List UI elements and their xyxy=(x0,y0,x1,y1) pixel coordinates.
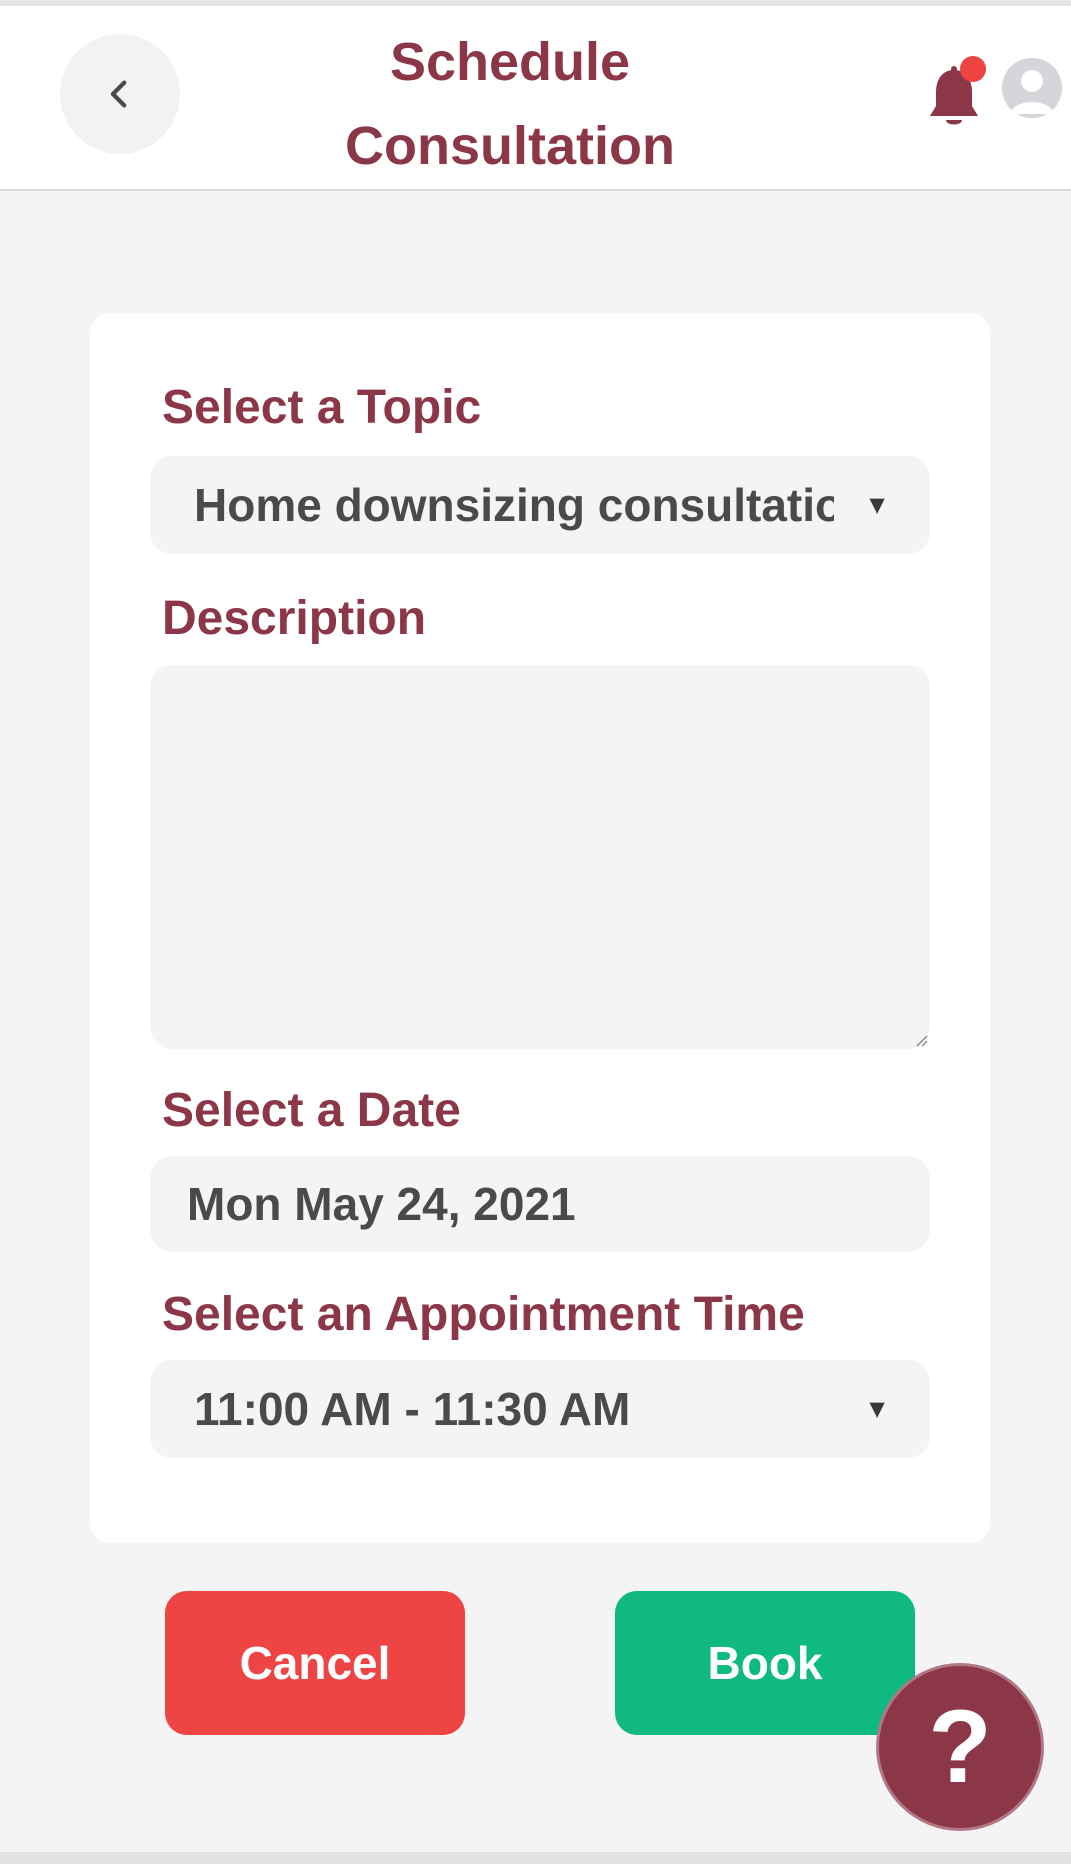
time-select[interactable]: 11:00 AM - 11:30 AM ▼ xyxy=(150,1360,930,1458)
dropdown-caret-icon: ▼ xyxy=(864,489,890,520)
cancel-button[interactable]: Cancel xyxy=(165,1591,465,1735)
consultation-form-card: Select a Topic Home downsizing consultat… xyxy=(90,313,990,1543)
bottom-edge xyxy=(0,1852,1071,1864)
notification-badge xyxy=(960,56,986,82)
chevron-left-icon xyxy=(110,80,127,108)
date-picker-field[interactable]: Mon May 24, 2021 xyxy=(150,1156,930,1252)
topic-selected-value: Home downsizing consultation xyxy=(194,479,834,531)
date-label: Select a Date xyxy=(162,1084,461,1137)
page-title: Schedule Consultation xyxy=(345,32,675,176)
dropdown-caret-icon: ▼ xyxy=(864,1393,890,1424)
resize-grip-icon[interactable] xyxy=(914,1033,928,1047)
profile-avatar[interactable] xyxy=(1002,58,1062,118)
user-avatar-icon xyxy=(1002,58,1062,118)
date-value: Mon May 24, 2021 xyxy=(187,1178,576,1230)
description-textarea[interactable] xyxy=(150,665,930,1049)
schedule-consultation-screen: Schedule Consultation Select a Topic Hom… xyxy=(0,0,1071,1864)
app-header: Schedule Consultation xyxy=(0,0,1071,191)
book-button[interactable]: Book xyxy=(615,1591,915,1735)
help-button[interactable]: ? xyxy=(876,1663,1044,1831)
topic-select[interactable]: Home downsizing consultation ▼ xyxy=(150,456,930,554)
topic-label: Select a Topic xyxy=(162,381,482,434)
description-label: Description xyxy=(162,592,427,645)
time-selected-value: 11:00 AM - 11:30 AM xyxy=(194,1383,631,1435)
time-label: Select an Appointment Time xyxy=(162,1288,805,1341)
back-button[interactable] xyxy=(60,34,180,154)
